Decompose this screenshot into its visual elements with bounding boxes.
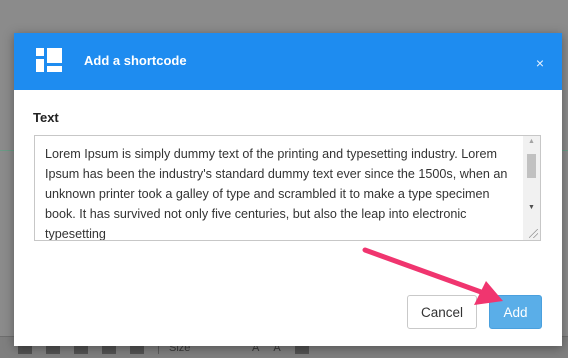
shortcode-dialog: Add a shortcode × Text Lorem Ipsum is si… bbox=[14, 33, 562, 346]
resize-grip-icon[interactable] bbox=[529, 229, 538, 238]
shortcode-logo-icon bbox=[36, 48, 62, 72]
cancel-button[interactable]: Cancel bbox=[407, 295, 477, 329]
textarea-content[interactable]: Lorem Ipsum is simply dummy text of the … bbox=[45, 144, 519, 240]
dialog-header: Add a shortcode × bbox=[14, 33, 562, 90]
scroll-down-icon[interactable]: ▼ bbox=[523, 204, 540, 211]
scrollbar-thumb[interactable] bbox=[527, 154, 536, 178]
scroll-up-icon[interactable]: ▲ bbox=[523, 138, 540, 145]
close-icon[interactable]: × bbox=[536, 55, 544, 71]
add-button[interactable]: Add bbox=[489, 295, 542, 329]
dialog-title: Add a shortcode bbox=[84, 53, 187, 68]
text-field-label: Text bbox=[33, 110, 59, 125]
textarea-scrollbar[interactable]: ▲ ▼ bbox=[523, 136, 540, 240]
text-textarea[interactable]: Lorem Ipsum is simply dummy text of the … bbox=[34, 135, 541, 241]
